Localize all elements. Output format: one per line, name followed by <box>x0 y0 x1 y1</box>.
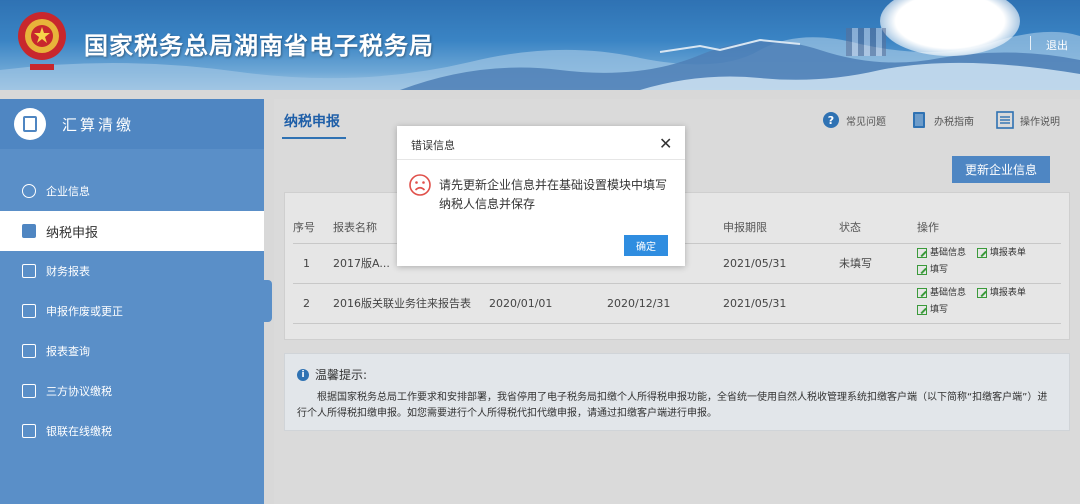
edit-icon <box>976 288 987 298</box>
cell-no: 1 <box>293 243 333 284</box>
cell-deadline: 2021/05/31 <box>723 243 839 284</box>
col-header-deadline: 申报期限 <box>723 211 839 244</box>
dialog-title: 错误信息 <box>411 139 455 152</box>
sidebar-item-financial-statements[interactable]: 财务报表 <box>0 251 264 291</box>
site-header: 国家税务总局湖南省电子税务局 退出 <box>0 0 1080 90</box>
cell-status: 未填写 <box>839 243 917 284</box>
edit-icon <box>917 305 927 315</box>
table-row: 2 2016版关联业务往来报告表 2020/01/01 2020/12/31 2… <box>293 283 1061 324</box>
site-title: 国家税务总局湖南省电子税务局 <box>84 32 434 60</box>
tips-title: 温馨提示: <box>315 368 368 382</box>
col-header-status: 状态 <box>839 211 917 244</box>
sidebar: 汇算清缴 企业信息 纳税申报 财务报表 申报作废或更正 报表查询 三方协议缴税 <box>0 99 264 504</box>
cell-status <box>839 283 917 324</box>
basic-info-link[interactable]: 基础信息 <box>917 246 966 260</box>
sidebar-item-unionpay-payment[interactable]: 银联在线缴税 <box>0 411 264 451</box>
fill-in-link[interactable]: 填写 <box>917 303 948 317</box>
dialog-divider <box>397 159 685 160</box>
sidebar-item-company-info[interactable]: 企业信息 <box>0 171 264 211</box>
clipboard-icon <box>14 108 46 140</box>
folder-icon <box>22 344 36 358</box>
book-icon <box>913 112 925 128</box>
tips-panel: i 温馨提示: 根据国家税务总局工作要求和安排部署，我省停用了电子税务局扣缴个人… <box>284 353 1070 431</box>
sidebar-item-void-or-correct[interactable]: 申报作废或更正 <box>0 291 264 331</box>
op-label: 填报表单 <box>989 248 1026 258</box>
cell-ops: 基础信息 填报表单 填写 <box>917 283 1061 324</box>
op-label: 填写 <box>930 305 949 315</box>
op-label: 基础信息 <box>930 248 967 258</box>
edit-icon <box>917 248 927 258</box>
logout-link[interactable]: 退出 <box>1046 37 1068 53</box>
sidebar-item-label: 报表查询 <box>46 345 90 358</box>
guide-link[interactable]: 办税指南 <box>910 111 974 129</box>
col-header-no: 序号 <box>293 211 333 244</box>
fill-form-link[interactable]: 填报表单 <box>976 286 1026 300</box>
faq-link[interactable]: ? 常见问题 <box>822 111 886 129</box>
tips-heading: i 温馨提示: <box>297 366 367 383</box>
sidebar-item-label: 三方协议缴税 <box>46 385 112 398</box>
document-icon <box>22 304 36 318</box>
op-label: 填报表单 <box>989 288 1026 298</box>
dialog-message: 请先更新企业信息并在基础设置模块中填写纳税人信息并保存 <box>439 178 668 211</box>
sidebar-item-tax-filing[interactable]: 纳税申报 <box>0 211 264 251</box>
info-icon: i <box>297 368 309 381</box>
info-circle-icon <box>22 184 36 198</box>
fill-in-link[interactable]: 填写 <box>917 263 948 277</box>
error-dialog: 错误信息 ✕ 请先更新企业信息并在基础设置模块中填写纳税人信息并保存 确定 <box>397 126 685 266</box>
confirm-button[interactable]: 确定 <box>624 235 668 256</box>
header-divider <box>1030 36 1031 50</box>
tips-body: 根据国家税务总局工作要求和安排部署，我省停用了电子税务局扣缴个人所得税申报功能，… <box>297 392 1048 419</box>
cell-start: 2020/01/01 <box>489 283 607 324</box>
faq-label: 常见问题 <box>846 116 886 128</box>
sidebar-item-label: 申报作废或更正 <box>46 305 123 318</box>
cell-deadline: 2021/05/31 <box>723 283 839 324</box>
op-label: 基础信息 <box>930 288 967 298</box>
tab-tax-filing[interactable]: 纳税申报 <box>284 111 340 131</box>
document-icon <box>22 384 36 398</box>
username-masked <box>846 28 886 56</box>
close-icon[interactable]: ✕ <box>659 134 672 153</box>
sidebar-header: 汇算清缴 <box>0 99 264 149</box>
image-icon <box>22 264 36 278</box>
edit-icon <box>976 248 987 258</box>
edit-icon <box>22 224 36 238</box>
cell-no: 2 <box>293 283 333 324</box>
tab-active-indicator <box>282 137 346 139</box>
sidebar-item-report-query[interactable]: 报表查询 <box>0 331 264 371</box>
sidebar-collapse-handle[interactable] <box>264 280 272 322</box>
guide-label: 办税指南 <box>934 116 974 128</box>
basic-info-link[interactable]: 基础信息 <box>917 286 966 300</box>
sidebar-menu: 企业信息 纳税申报 财务报表 申报作废或更正 报表查询 三方协议缴税 银联在线缴… <box>0 149 264 451</box>
question-icon: ? <box>823 112 839 128</box>
list-icon <box>996 111 1014 129</box>
update-company-info-button[interactable]: 更新企业信息 <box>952 156 1050 183</box>
sidebar-item-label: 纳税申报 <box>46 225 99 241</box>
manual-label: 操作说明 <box>1020 116 1060 128</box>
sad-face-icon <box>409 174 431 196</box>
document-icon <box>22 424 36 438</box>
sidebar-item-label: 财务报表 <box>46 265 90 278</box>
sidebar-title: 汇算清缴 <box>62 115 135 134</box>
cell-name: 2016版关联业务往来报告表 <box>333 283 489 324</box>
sidebar-item-label: 企业信息 <box>46 185 90 198</box>
cell-end: 2020/12/31 <box>607 283 723 324</box>
sidebar-item-tripartite-payment[interactable]: 三方协议缴税 <box>0 371 264 411</box>
tax-emblem-icon <box>18 12 66 70</box>
sidebar-item-label: 银联在线缴税 <box>46 425 112 438</box>
edit-icon <box>917 265 927 275</box>
op-label: 填写 <box>930 265 949 275</box>
manual-link[interactable]: 操作说明 <box>996 111 1060 129</box>
fill-form-link[interactable]: 填报表单 <box>976 246 1026 260</box>
cell-ops: 基础信息 填报表单 填写 <box>917 243 1061 284</box>
svg-text:?: ? <box>828 114 834 127</box>
edit-icon <box>917 288 927 298</box>
col-header-ops: 操作 <box>917 211 1061 244</box>
